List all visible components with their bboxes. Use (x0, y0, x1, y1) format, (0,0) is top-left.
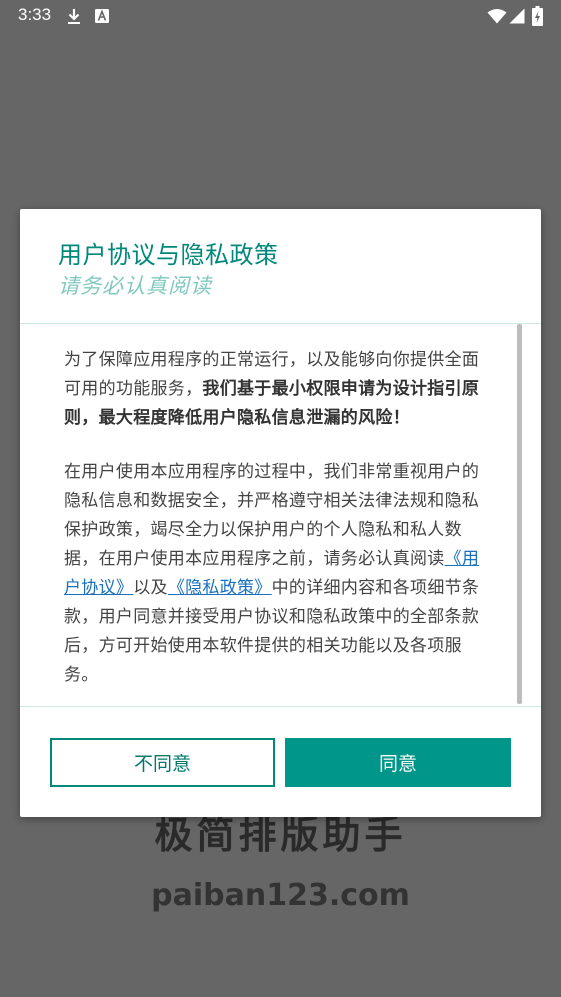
agreement-paragraph-2: 在用户使用本应用程序的过程中，我们非常重视用户的隐私信息和数据安全，并严格遵守相… (64, 458, 492, 690)
dialog-subtitle: 请务必认真阅读 (58, 274, 212, 298)
agreement-scroll-area[interactable]: 为了保障应用程序的正常运行，以及能够向你提供全面可用的功能服务，我们基于最小权限… (20, 324, 541, 706)
status-bar: 3:33 (0, 0, 561, 32)
dialog-title: 用户协议与隐私政策 (58, 241, 279, 269)
status-time: 3:33 (18, 5, 52, 24)
paragraph-2-text-part2: 以及 (133, 578, 168, 598)
wifi-icon (487, 7, 507, 25)
download-icon (66, 7, 82, 25)
privacy-dialog: 用户协议与隐私政策 请务必认真阅读 为了保障应用程序的正常运行，以及能够向你提供… (20, 209, 541, 817)
agree-button[interactable]: 同意 (285, 738, 511, 787)
paragraph-2-text-part1: 在用户使用本应用程序的过程中，我们非常重视用户的隐私信息和数据安全，并严格遵守相… (64, 462, 480, 569)
app-url-text: paiban123.com (151, 878, 410, 913)
font-a-icon (94, 8, 109, 23)
scrollbar-thumb[interactable] (517, 324, 522, 704)
disagree-button[interactable]: 不同意 (50, 738, 275, 787)
battery-charging-icon (531, 5, 543, 27)
privacy-policy-link[interactable]: 《隐私政策》 (168, 578, 272, 598)
agreement-paragraph-1: 为了保障应用程序的正常运行，以及能够向你提供全面可用的功能服务，我们基于最小权限… (64, 346, 492, 433)
signal-icon (509, 7, 525, 25)
divider-bottom (20, 706, 541, 707)
